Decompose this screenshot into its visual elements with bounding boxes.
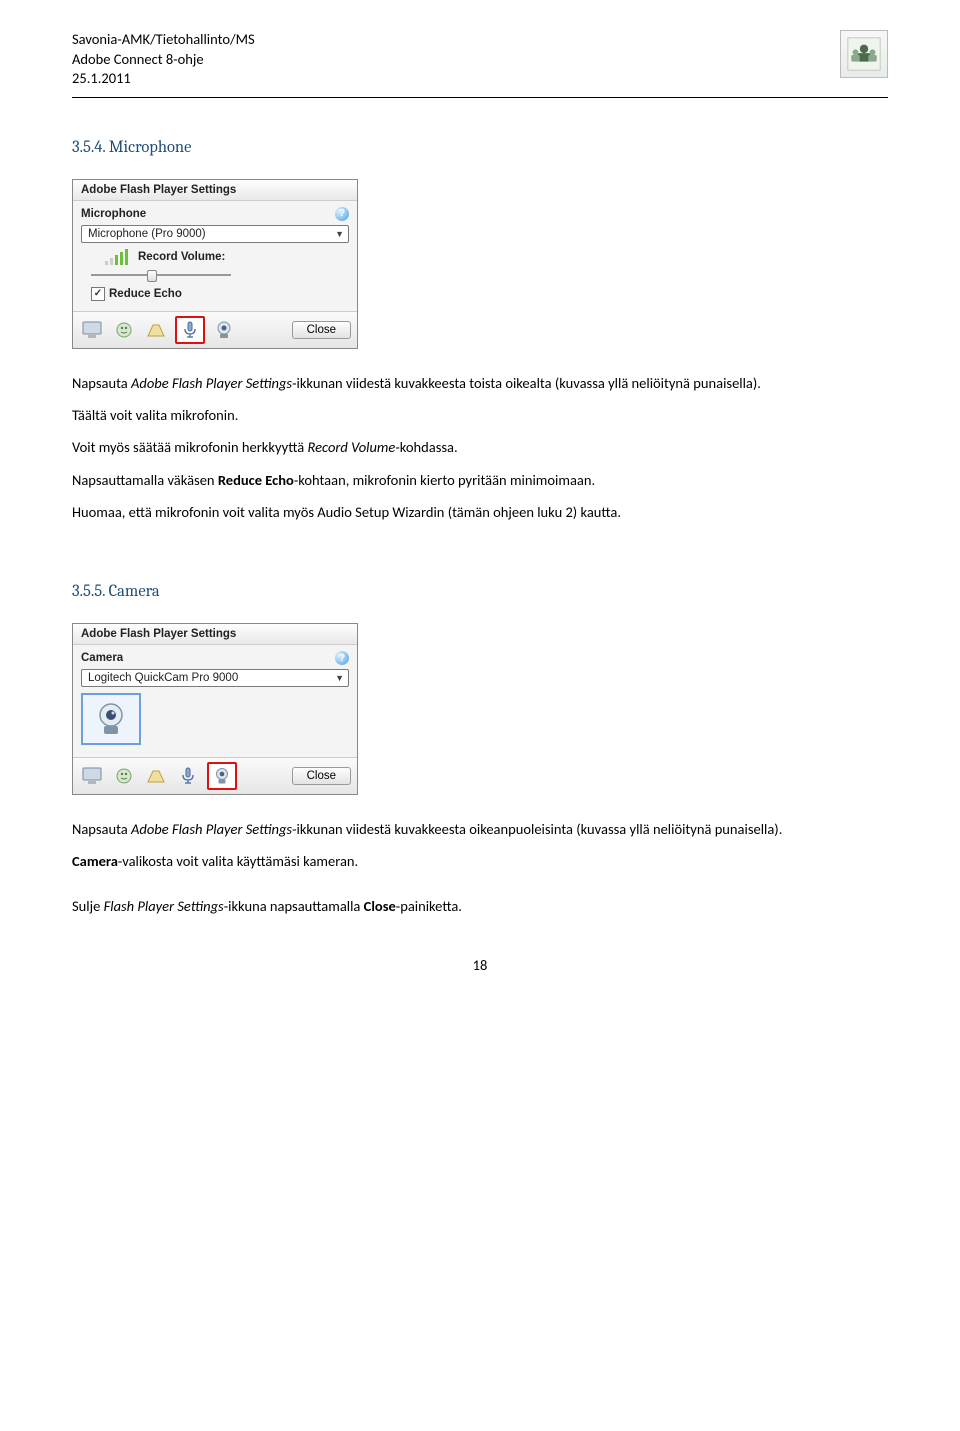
cam-dropdown[interactable]: Logitech QuickCam Pro 9000 ▼ — [81, 669, 349, 687]
mic-paragraph-3: Voit myös säätää mikrofonin herkkyyttä R… — [72, 437, 888, 457]
chevron-down-icon: ▼ — [335, 673, 344, 683]
header-line-2: Adobe Connect 8-ohje — [72, 50, 255, 70]
mic-dropdown[interactable]: Microphone (Pro 9000) ▼ — [81, 225, 349, 243]
screenshot-flash-camera: Adobe Flash Player Settings Camera ? Log… — [72, 623, 888, 795]
tab-camera-icon[interactable] — [211, 318, 237, 342]
dialog-title-cam: Adobe Flash Player Settings — [73, 624, 357, 645]
flash-dialog-cam: Adobe Flash Player Settings Camera ? Log… — [72, 623, 358, 795]
mic-paragraph-4: Napsauttamalla väkäsen Reduce Echo-kohta… — [72, 470, 888, 490]
tab-display-icon[interactable] — [79, 318, 105, 342]
camera-preview — [81, 693, 141, 745]
dialog-title: Adobe Flash Player Settings — [73, 180, 357, 201]
screenshot-flash-microphone: Adobe Flash Player Settings Microphone ?… — [72, 179, 888, 349]
tab-camera-icon[interactable] — [207, 762, 237, 790]
cam-paragraph-1: Napsauta Adobe Flash Player Settings-ikk… — [72, 819, 888, 839]
close-button[interactable]: Close — [292, 321, 351, 339]
cam-dropdown-value: Logitech QuickCam Pro 9000 — [88, 672, 238, 684]
header-text: Savonia-AMK/Tietohallinto/MS Adobe Conne… — [72, 30, 255, 89]
mic-paragraph-2: Täältä voit valita mikrofonin. — [72, 405, 888, 425]
help-icon[interactable]: ? — [335, 651, 349, 665]
record-volume-slider[interactable] — [91, 269, 231, 281]
cam-paragraph-2: Camera-valikosta voit valita käyttämäsi … — [72, 851, 888, 871]
mic-label: Microphone — [81, 208, 146, 220]
volume-bars-icon — [105, 249, 128, 265]
header-divider — [72, 97, 888, 98]
tab-privacy-icon[interactable] — [111, 318, 137, 342]
page-number: 18 — [72, 956, 888, 974]
flash-dialog-mic: Adobe Flash Player Settings Microphone ?… — [72, 179, 358, 349]
mic-dropdown-value: Microphone (Pro 9000) — [88, 228, 206, 240]
reduce-echo-label: Reduce Echo — [109, 288, 182, 300]
cam-label: Camera — [81, 652, 123, 664]
record-volume-label: Record Volume: — [138, 251, 225, 263]
help-icon[interactable]: ? — [335, 207, 349, 221]
chevron-down-icon: ▼ — [335, 229, 344, 239]
cam-paragraph-3: Sulje Flash Player Settings-ikkuna napsa… — [72, 896, 888, 916]
tab-storage-icon[interactable] — [143, 764, 169, 788]
page-header: Savonia-AMK/Tietohallinto/MS Adobe Conne… — [72, 30, 888, 89]
tab-display-icon[interactable] — [79, 764, 105, 788]
section-title-camera: 3.5.5. Camera — [72, 582, 888, 601]
mic-paragraph-1: Napsauta Adobe Flash Player Settings-ikk… — [72, 373, 888, 393]
section-title-microphone: 3.5.4. Microphone — [72, 138, 888, 157]
header-logo-icon — [840, 30, 888, 78]
tab-microphone-icon[interactable] — [175, 764, 201, 788]
close-button[interactable]: Close — [292, 767, 351, 785]
reduce-echo-checkbox[interactable]: ✓ — [91, 287, 105, 301]
header-line-1: Savonia-AMK/Tietohallinto/MS — [72, 30, 255, 50]
mic-paragraph-5: Huomaa, että mikrofonin voit valita myös… — [72, 502, 888, 522]
tab-privacy-icon[interactable] — [111, 764, 137, 788]
tab-microphone-icon[interactable] — [175, 316, 205, 344]
header-line-3: 25.1.2011 — [72, 69, 255, 89]
tab-storage-icon[interactable] — [143, 318, 169, 342]
